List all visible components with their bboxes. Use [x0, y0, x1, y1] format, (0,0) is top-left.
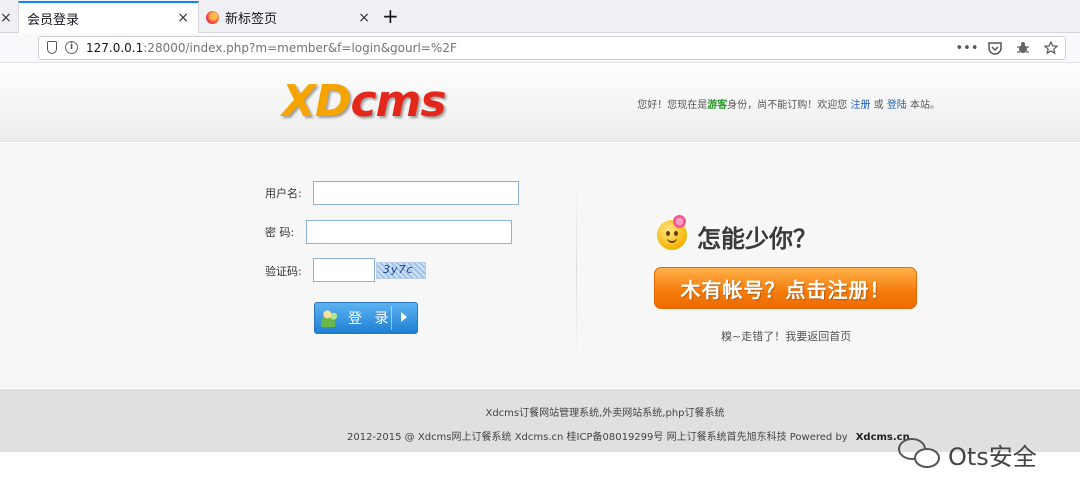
- watermark-text: Ots安全: [948, 442, 1037, 471]
- welcome-message: 您好！您现在是游客身份，尚不能订购！欢迎您 注册 或 登陆 本站。: [637, 100, 940, 111]
- firefox-icon: [206, 11, 219, 24]
- password-input[interactable]: [306, 220, 512, 244]
- url-actions: •••: [956, 39, 1059, 57]
- users-icon: [321, 309, 339, 327]
- new-tab-button[interactable]: +: [382, 4, 399, 28]
- login-link[interactable]: 登陆: [887, 100, 907, 111]
- url-text[interactable]: 127.0.0.1:28000/index.php?m=member&f=log…: [86, 41, 457, 55]
- url-host: 127.0.0.1: [86, 41, 144, 55]
- footer-copyright: 2012-2015 @ Xdcms网上订餐系统 Xdcms.cn 桂ICP备08…: [347, 432, 910, 443]
- url-path: :28000/index.php?m=member&f=login&gourl=…: [143, 41, 457, 55]
- captcha-text: 3y7c: [383, 263, 414, 276]
- tab-stub[interactable]: ×: [0, 2, 18, 33]
- site-header: XDcms 您好！您现在是游客身份，尚不能订购！欢迎您 注册 或 登陆 本站。: [0, 64, 1080, 142]
- login-button[interactable]: 登 录: [314, 302, 418, 334]
- button-divider: [391, 306, 392, 330]
- register-link[interactable]: 注册: [850, 100, 870, 111]
- captcha-input[interactable]: [313, 258, 375, 282]
- close-icon[interactable]: ×: [177, 10, 189, 26]
- tab-title: 会员登录: [27, 12, 80, 28]
- tab-title: 新标签页: [225, 12, 278, 27]
- bookmark-star-icon[interactable]: [1043, 40, 1059, 56]
- pocket-icon[interactable]: [987, 40, 1003, 56]
- tab-member-login[interactable]: 会员登录 ×: [18, 1, 199, 33]
- close-icon[interactable]: ×: [358, 10, 370, 26]
- browser-nav-bar: i 127.0.0.1:28000/index.php?m=member&f=l…: [0, 33, 1080, 63]
- xdcms-logo[interactable]: XDcms: [282, 78, 447, 126]
- register-prompt-title: 怎能少你？: [697, 225, 817, 253]
- info-icon[interactable]: i: [65, 41, 78, 54]
- url-bar[interactable]: i 127.0.0.1:28000/index.php?m=member&f=l…: [38, 36, 1066, 60]
- browser-tab-bar: × 会员登录 × 新标签页 × +: [0, 0, 1080, 33]
- extension-icon[interactable]: [1015, 40, 1031, 56]
- username-input[interactable]: [313, 181, 519, 205]
- register-button[interactable]: 木有帐号？点击注册！: [654, 267, 917, 309]
- footer-keywords: Xdcms订餐网站管理系统,外卖网站系统,php订餐系统: [485, 408, 725, 419]
- username-label: 用户名:: [265, 187, 302, 200]
- login-button-label: 登 录: [348, 311, 393, 327]
- password-label: 密 码:: [265, 226, 295, 239]
- captcha-label: 验证码:: [265, 265, 302, 278]
- back-home-link[interactable]: 糗~走错了！我要返回首页: [721, 328, 851, 344]
- tab-new-tab[interactable]: 新标签页 ×: [200, 2, 378, 33]
- guest-badge: 游客: [707, 100, 728, 111]
- login-main: 用户名: 密 码: 验证码: 3y7c 登 录 怎能少你？ 木有帐号？点击注册！…: [0, 143, 1080, 388]
- close-icon[interactable]: ×: [0, 10, 12, 26]
- more-icon[interactable]: •••: [956, 40, 979, 56]
- smiley-icon: [657, 215, 687, 250]
- shield-icon[interactable]: [47, 41, 57, 54]
- vertical-divider: [576, 181, 577, 361]
- captcha-image[interactable]: 3y7c: [376, 262, 426, 279]
- watermark: Ots安全: [898, 436, 1037, 472]
- play-arrow-icon: [401, 312, 407, 322]
- wechat-icon: [898, 436, 942, 472]
